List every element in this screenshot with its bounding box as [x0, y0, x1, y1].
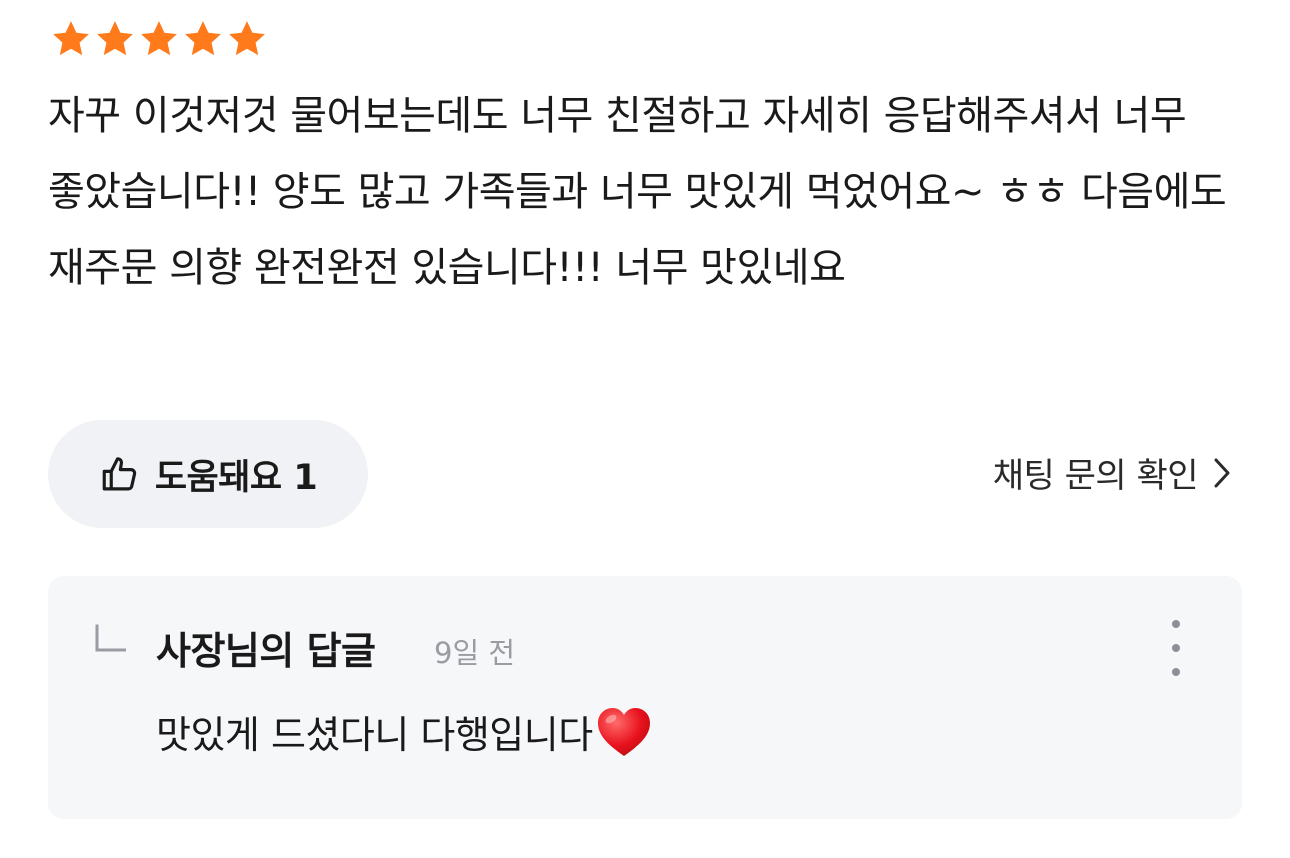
helpful-button[interactable]: 도움돼요 1 [48, 420, 368, 528]
star-rating [50, 18, 268, 60]
reply-title: 사장님의 답글 [156, 629, 376, 673]
helpful-label: 도움돼요 1 [154, 457, 318, 498]
more-dot [1172, 620, 1180, 628]
owner-reply: 사장님의 답글 9일 전 맛있게 드셨다니 다행입니다 [48, 576, 1242, 819]
review-text: 자꾸 이것저것 물어보는데도 너무 친절하고 자세히 응답해주셔서 너무 좋았습… [48, 93, 1227, 291]
reply-text-row: 맛있게 드셨다니 다행입니다 [156, 704, 653, 759]
chevron-right-icon [1214, 458, 1230, 487]
star-icon [97, 21, 133, 56]
reply-arrow-icon [95, 624, 126, 652]
reply-time: 9일 전 [434, 636, 516, 670]
star-icon [229, 21, 265, 56]
star-icon [141, 21, 177, 56]
thumbs-up-icon [102, 457, 137, 491]
reply-text: 맛있게 드셨다니 다행입니다 [156, 713, 593, 757]
star-icon [53, 21, 89, 56]
chat-inquiry-link[interactable]: 채팅 문의 확인 [993, 448, 1232, 497]
more-vertical-icon[interactable] [1162, 620, 1190, 676]
heart-icon [597, 707, 650, 756]
more-dot [1172, 644, 1180, 652]
chat-inquiry-label: 채팅 문의 확인 [992, 456, 1199, 496]
star-icon [185, 21, 221, 56]
more-dot [1172, 668, 1180, 676]
